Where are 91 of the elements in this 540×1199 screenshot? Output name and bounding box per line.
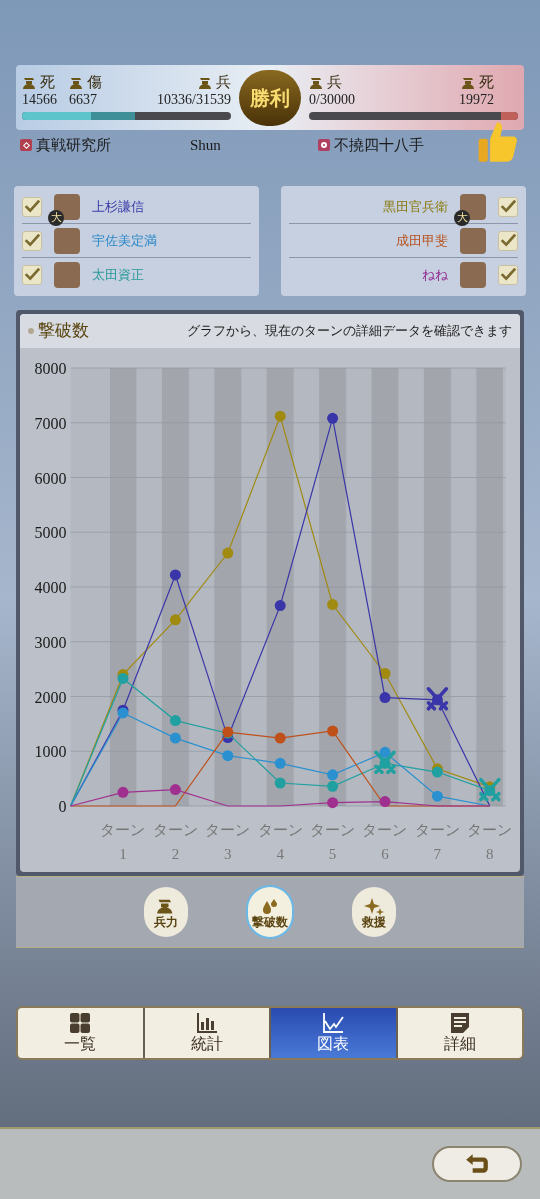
point <box>431 790 443 802</box>
point <box>274 600 286 612</box>
axis-tick-label: ターン 7 <box>413 821 461 864</box>
grid-icon <box>69 1012 92 1034</box>
unit-name: ねね <box>421 266 448 285</box>
sparkle-icon <box>364 896 384 916</box>
rank-badge: 大 <box>48 209 64 226</box>
axis-tick-label: 8000 <box>34 360 67 377</box>
axis-tick-label: 3000 <box>34 633 67 651</box>
stat-value: 0/30000 <box>309 90 355 109</box>
tab[interactable]: 詳細 <box>397 1008 522 1058</box>
avatar-placeholder <box>54 227 80 254</box>
avatar-placeholder <box>54 262 80 288</box>
point <box>379 796 391 808</box>
rank-badge: 大 <box>454 209 470 226</box>
axis-tick-label: ターン 1 <box>99 821 147 864</box>
chart-hint: グラフから、現在のターンの詳細データを確認できます <box>187 321 512 340</box>
point <box>327 725 339 737</box>
team-icon <box>318 139 330 151</box>
axis-tick-label: 5000 <box>34 524 67 542</box>
checkbox[interactable] <box>498 265 518 285</box>
axis-tick-label: ターン 5 <box>309 821 357 864</box>
view-button[interactable]: 兵力 <box>144 887 188 937</box>
checkbox[interactable] <box>22 230 42 251</box>
tab[interactable]: 図表 <box>271 1008 398 1058</box>
stat-label: 死 <box>479 75 494 91</box>
unit-name: 太田資正 <box>92 266 145 285</box>
point <box>169 732 181 744</box>
stat-value: 6637 <box>69 90 97 109</box>
point <box>274 410 286 422</box>
checkbox[interactable] <box>498 196 518 217</box>
avatar-placeholder <box>460 227 486 254</box>
stat-value: 19972 <box>459 90 494 109</box>
stat-label: 死 <box>40 75 55 91</box>
team-icon <box>20 139 32 151</box>
point <box>327 412 339 424</box>
axis-tick-label: 6000 <box>34 469 67 487</box>
point <box>327 769 339 781</box>
axis-tick-label: ターン 6 <box>361 821 409 864</box>
point <box>169 784 181 796</box>
axis-tick-label: 0 <box>58 798 67 815</box>
point <box>327 780 339 792</box>
line-chart-icon <box>322 1012 345 1034</box>
point <box>379 692 391 704</box>
point <box>327 797 339 809</box>
checkbox[interactable] <box>22 265 42 285</box>
player-name: Shun <box>190 135 222 155</box>
point <box>379 746 391 758</box>
stat-label: 兵 <box>216 75 231 91</box>
tab[interactable]: 一覧 <box>18 1008 145 1058</box>
document-icon <box>448 1012 471 1034</box>
axis-tick-label: ターン 3 <box>204 821 252 864</box>
view-button[interactable]: 救援 <box>352 887 396 937</box>
point <box>222 750 234 762</box>
point <box>327 599 339 611</box>
point <box>274 757 286 769</box>
return-arrow-icon <box>464 1153 490 1175</box>
axis-tick-label: ターン 8 <box>466 821 514 864</box>
point <box>222 547 234 559</box>
avatar-placeholder <box>460 262 486 288</box>
view-button[interactable]: 撃破数 <box>248 887 292 937</box>
unit-name: 宇佐美定満 <box>92 231 158 250</box>
stat-label: 兵 <box>327 75 342 91</box>
axis-tick-label: ターン 2 <box>151 821 199 864</box>
point <box>169 715 181 727</box>
stat-label: 傷 <box>87 75 102 91</box>
point <box>169 569 181 581</box>
axis-tick-label: 7000 <box>34 414 67 432</box>
unit-name: 成田甲斐 <box>395 231 448 250</box>
axis-tick-label: 2000 <box>34 688 67 706</box>
team-name: 真戦研究所 <box>36 135 111 155</box>
stat-value: 10336/31539 <box>157 90 231 109</box>
stat-value: 14566 <box>22 90 57 109</box>
point <box>117 786 129 798</box>
axis-tick-label: ターン 4 <box>256 821 304 864</box>
unit-name: 黒田官兵衛 <box>382 197 448 216</box>
unit-name: 上杉謙信 <box>92 197 145 216</box>
point <box>169 614 181 626</box>
tab[interactable]: 統計 <box>144 1008 271 1058</box>
bullet-icon <box>28 328 34 334</box>
point <box>274 732 286 744</box>
checkbox[interactable] <box>22 196 42 217</box>
axis-tick-label: 1000 <box>34 743 67 761</box>
point <box>274 777 286 789</box>
axis-tick-label: 4000 <box>34 579 67 596</box>
checkbox[interactable] <box>498 230 518 251</box>
back-button[interactable] <box>432 1146 522 1182</box>
chart-title: 撃破数 <box>38 320 89 343</box>
victory-emblem: 勝利 <box>239 69 301 126</box>
bar-chart-icon <box>195 1012 218 1034</box>
team-name: 不撓四十八手 <box>334 135 424 155</box>
